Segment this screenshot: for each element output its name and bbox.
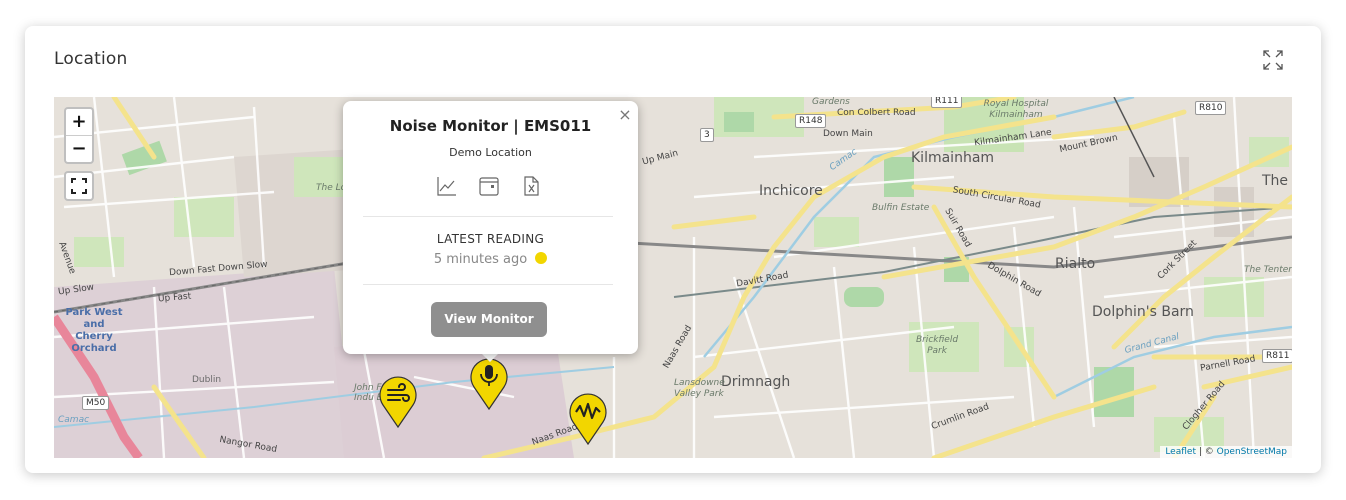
wind-icon — [379, 376, 417, 429]
fullscreen-button[interactable] — [64, 171, 94, 201]
osm-link[interactable]: OpenStreetMap — [1217, 447, 1287, 457]
popup-divider-bottom — [363, 284, 613, 285]
leaflet-link[interactable]: Leaflet — [1165, 447, 1196, 457]
shield-r811: R811 — [1262, 349, 1292, 363]
chart-icon[interactable] — [436, 175, 458, 197]
marker-vibration-monitor[interactable] — [568, 392, 608, 446]
attribution-separator: | © — [1195, 447, 1217, 457]
latest-reading-label: LATEST READING — [436, 232, 545, 246]
calendar-icon[interactable] — [478, 175, 500, 197]
microphone-icon — [470, 358, 508, 411]
marker-wind-monitor[interactable] — [378, 375, 418, 429]
latest-time-text: 5 minutes ago — [433, 252, 528, 267]
map-basemap — [54, 97, 1292, 458]
popup-divider-top — [363, 216, 613, 217]
shield-r148: R148 — [795, 114, 827, 128]
shield-m50: M50 — [82, 396, 110, 410]
shield-r111: R111 — [931, 97, 963, 108]
view-monitor-button[interactable]: View Monitor — [431, 302, 547, 337]
location-card: Location Inchicore Kilmainham Rialto Dol… — [25, 26, 1321, 473]
map-attribution: Leaflet | © OpenStreetMap — [1160, 446, 1292, 458]
latest-reading-time: 5 minutes ago — [343, 252, 638, 267]
waveform-icon — [569, 393, 607, 446]
popup-title: Noise Monitor | EMS011 — [389, 117, 592, 135]
shield-3: 3 — [700, 128, 714, 142]
popup-actions — [436, 175, 546, 197]
popup-subtitle: Demo Location — [449, 146, 532, 159]
fullscreen-icon — [71, 178, 87, 194]
marker-noise-monitor[interactable] — [469, 357, 509, 411]
monitor-popup: × Noise Monitor | EMS011 Demo Location L… — [343, 101, 638, 354]
zoom-in-button[interactable]: + — [66, 109, 92, 135]
shield-r810: R810 — [1195, 101, 1227, 115]
zoom-out-button[interactable]: − — [66, 135, 92, 162]
excel-file-icon[interactable] — [520, 175, 542, 197]
card-title: Location — [54, 49, 128, 69]
zoom-control: + − — [64, 107, 94, 164]
status-dot — [535, 252, 548, 264]
expand-icon[interactable] — [1261, 48, 1285, 72]
map-view[interactable]: Inchicore Kilmainham Rialto Dolphin's Ba… — [54, 97, 1292, 458]
